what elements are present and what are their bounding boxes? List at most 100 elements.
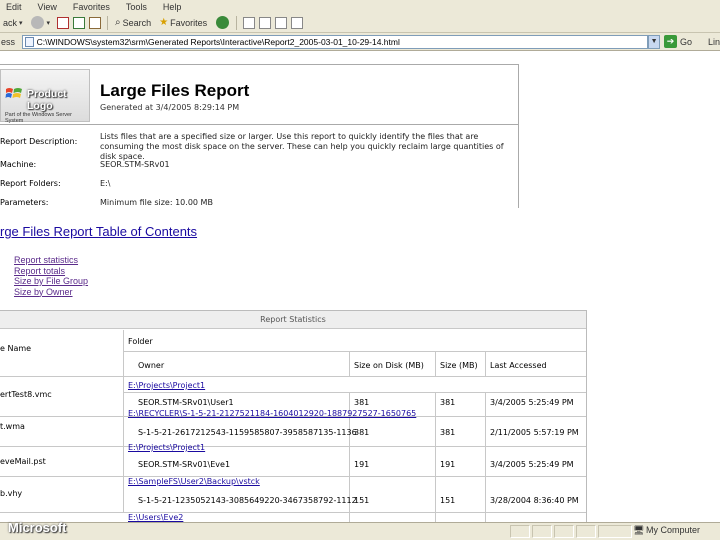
search-icon: ⌕: [115, 17, 121, 28]
menu-help[interactable]: Help: [157, 2, 192, 12]
folder-link[interactable]: E:\Users\Eve2: [128, 513, 183, 522]
favorites-button[interactable]: ★ Favorites: [156, 15, 210, 31]
toc-link-size-by-owner[interactable]: Size by Owner: [14, 287, 88, 298]
header-divider: [0, 124, 518, 125]
mail-icon[interactable]: [259, 16, 272, 29]
toolbar-separator: [236, 15, 238, 30]
folder-link[interactable]: E:\Projects\Project1: [128, 381, 205, 390]
chevron-down-icon: ▾: [19, 19, 23, 27]
size-value: 191: [440, 460, 456, 469]
address-dropdown-button[interactable]: ▼: [648, 34, 660, 49]
owner-value: S-1-5-21-1235052143-3085649220-346735879…: [138, 496, 357, 505]
security-zone: My Computer: [646, 525, 701, 535]
address-label: ess: [1, 36, 16, 47]
toc-link-size-by-file-group[interactable]: Size by File Group: [14, 276, 88, 287]
size-value: 151: [440, 496, 456, 505]
parameters-label: Parameters:: [0, 198, 49, 207]
parameters-value: Minimum file size: 10.00 MB: [100, 198, 213, 207]
watermark-text: Microsoft: [8, 520, 67, 535]
table-row-name: b.vhy: [0, 477, 124, 513]
windows-flag-icon: [5, 88, 22, 98]
home-icon[interactable]: [89, 16, 102, 29]
header-last-accessed: Last Accessed: [490, 361, 547, 370]
page-icon: [24, 36, 34, 47]
address-bar: ess C:\WINDOWS\system32\srm\Generated Re…: [0, 33, 720, 51]
machine-label: Machine:: [0, 160, 37, 169]
forward-icon: [30, 16, 44, 29]
status-bar: 🖥 My Computer: [0, 522, 720, 540]
menu-bar: Edit View Favorites Tools Help: [0, 0, 720, 13]
menu-view[interactable]: View: [32, 2, 67, 12]
computer-icon: 🖥: [633, 525, 645, 535]
folder-cell: E:\RECYCLER\S-1-5-21-2127521184-16040129…: [124, 405, 586, 423]
status-cell: [598, 525, 632, 538]
folder-link[interactable]: E:\Projects\Project1: [128, 443, 205, 452]
status-cell: [576, 525, 596, 538]
size-on-disk-value: 381: [354, 428, 370, 437]
header-detail-row: Owner Size on Disk (MB) Size (MB) Last A…: [124, 352, 586, 377]
last-accessed-value: 3/4/2005 5:25:49 PM: [490, 460, 574, 469]
toolbar: ack ▾ ▾ ⌕ Search ★ Favorites: [0, 13, 720, 33]
search-button[interactable]: ⌕ Search: [112, 15, 154, 31]
table-row-name: eveMail.pst: [0, 447, 124, 477]
status-cell: [554, 525, 574, 538]
file-name: t.wma: [0, 422, 25, 431]
back-label: ack: [3, 17, 18, 28]
file-name: eveMail.pst: [0, 457, 46, 466]
header-folder-label: Folder: [128, 337, 153, 346]
logo-subtext: Part of the Windows Server System: [5, 112, 72, 124]
status-cell: [510, 525, 530, 538]
search-label: Search: [122, 17, 152, 28]
header-size: Size (MB): [440, 361, 478, 370]
forward-button[interactable]: ▾: [28, 15, 54, 31]
folder-cell: E:\Projects\Project1: [124, 377, 586, 393]
folders-label: Report Folders:: [0, 179, 61, 188]
menu-edit[interactable]: Edit: [0, 2, 32, 12]
report-statistics-table: Report Statistics e Name Folder Owner Si…: [0, 310, 587, 522]
status-cell: [532, 525, 552, 538]
go-button[interactable]: ➔ Go: [663, 35, 692, 48]
go-arrow-icon: ➔: [663, 35, 677, 48]
logo-text: Product Logo: [27, 88, 67, 112]
report-header: Product Logo Part of the Windows Server …: [0, 64, 519, 208]
links-button[interactable]: Lin: [708, 37, 720, 47]
size-value: 381: [440, 428, 456, 437]
chevron-down-icon: ▼: [650, 38, 658, 45]
stats-table-title: Report Statistics: [0, 311, 586, 329]
media-icon[interactable]: [216, 16, 230, 29]
folder-cell: E:\Users\Eve2: [124, 512, 586, 522]
description-value: Lists files that are a specified size or…: [100, 132, 504, 161]
address-input[interactable]: C:\WINDOWS\system32\srm\Generated Report…: [21, 34, 649, 49]
refresh-icon[interactable]: [73, 16, 86, 29]
star-icon: ★: [159, 17, 169, 28]
back-button[interactable]: ack ▾: [0, 15, 26, 31]
file-name: ertTest8.vmc: [0, 390, 52, 399]
toc-title: rge Files Report Table of Contents: [0, 224, 198, 239]
machine-value: SEOR.STM-SRv01: [100, 160, 170, 169]
size-on-disk-value: 191: [354, 460, 370, 469]
owner-value: SEOR.STM-SRv01\Eve1: [138, 460, 231, 469]
stop-icon[interactable]: [57, 16, 70, 29]
header-folder: Folder: [124, 330, 586, 352]
generated-timestamp: Generated at 3/4/2005 8:29:14 PM: [100, 103, 240, 112]
page-title: Large Files Report: [100, 81, 250, 100]
edit-icon[interactable]: [291, 16, 304, 29]
folder-cell: E:\Projects\Project1: [124, 439, 586, 455]
menu-favorites[interactable]: Favorites: [67, 2, 120, 12]
folder-cell: E:\SampleFS\User2\Backup\vstck: [124, 473, 586, 489]
product-logo: Product Logo Part of the Windows Server …: [0, 69, 90, 124]
print-icon[interactable]: [275, 16, 288, 29]
folder-link[interactable]: E:\RECYCLER\S-1-5-21-2127521184-16040129…: [128, 409, 416, 418]
owner-value: S-1-5-21-2617212543-1159585807-395858713…: [138, 428, 357, 437]
history-icon[interactable]: [243, 16, 256, 29]
toc-link-report-statistics[interactable]: Report statistics: [14, 255, 88, 266]
last-accessed-value: 2/11/2005 5:57:19 PM: [490, 428, 579, 437]
address-url: C:\WINDOWS\system32\srm\Generated Report…: [36, 36, 400, 47]
menu-tools[interactable]: Tools: [120, 2, 157, 12]
folder-link[interactable]: E:\SampleFS\User2\Backup\vstck: [128, 477, 260, 486]
table-row: S-1-5-21-1235052143-3085649220-346735879…: [124, 491, 586, 513]
chevron-down-icon: ▾: [46, 19, 51, 27]
folders-value: E:\: [100, 179, 111, 188]
toc-link-report-totals[interactable]: Report totals: [14, 266, 88, 277]
size-on-disk-value: 151: [354, 496, 370, 505]
